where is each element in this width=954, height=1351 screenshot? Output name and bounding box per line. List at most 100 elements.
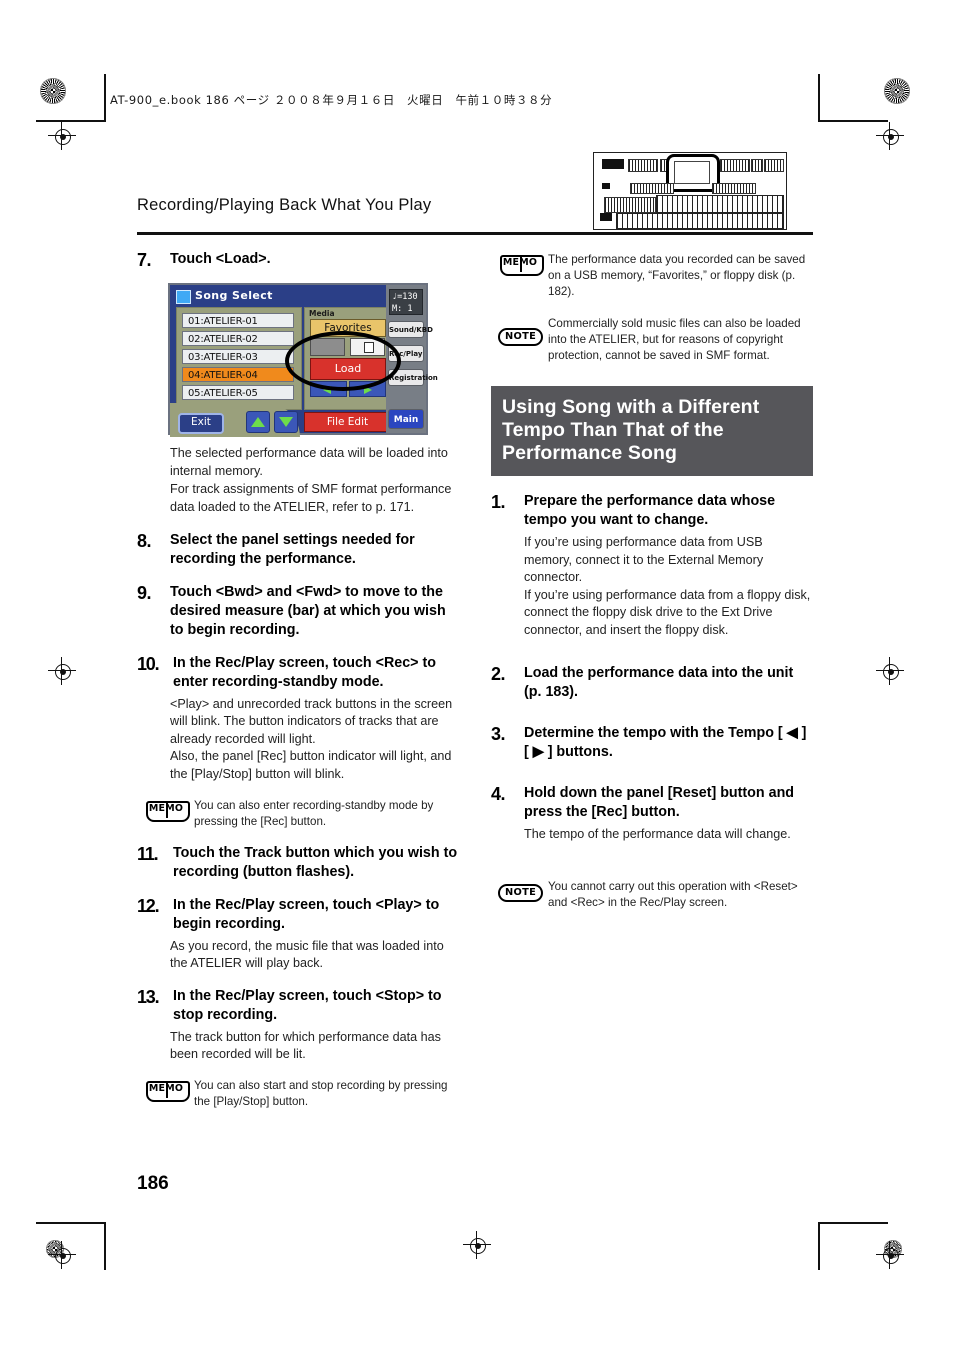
media-pane: Media Favorites Load [304, 307, 391, 410]
crosshair-top-left [48, 122, 76, 150]
note-callout-bottom: NOTE You cannot carry out this operation… [498, 879, 813, 911]
step-2: 2. Load the performance data into the un… [491, 664, 813, 702]
exit-button[interactable]: Exit [178, 413, 224, 434]
list-item[interactable]: 02:ATELIER-02 [182, 331, 294, 346]
crosshair-bottom-center [463, 1231, 491, 1259]
list-item-selected[interactable]: 04:ATELIER-04 [182, 367, 294, 382]
step-3-number: 3. [491, 723, 506, 744]
memo-callout-top: MEMO The performance data you recorded c… [498, 252, 813, 300]
sidebar-item-sound-kbd[interactable]: Sound/KBD [388, 321, 433, 338]
step-7-description: The selected performance data will be lo… [170, 446, 452, 514]
crop-line-top-right-v [818, 74, 820, 122]
favorites-button[interactable]: Favorites [310, 319, 386, 337]
note-label: NOTE [498, 327, 544, 346]
step-7: 7. Touch <Load>. [137, 250, 459, 270]
song-select-icon [176, 290, 191, 304]
left-column: 7. Touch <Load>. Song Select 01:ATELIER-… [137, 250, 459, 1124]
up-arrow-icon[interactable] [246, 411, 270, 433]
lcd-screenshot: Song Select 01:ATELIER-01 02:ATELIER-02 … [168, 283, 438, 437]
down-arrow-icon[interactable] [274, 411, 298, 433]
note-label: NOTE [498, 884, 544, 903]
step-1-title: Prepare the performance data whose tempo… [524, 492, 776, 528]
load-button[interactable]: Load [310, 358, 386, 380]
lcd-sidebar: ♩=130 M: 1 Sound/KBD Rec/Play Registrati… [386, 285, 438, 433]
measure-value: M: 1 [392, 304, 413, 314]
crosshair-mid-right [876, 657, 904, 685]
lcd-title: Song Select [195, 289, 273, 302]
step-13-description: The track button for which performance d… [170, 1029, 441, 1062]
main-button[interactable]: Main [388, 409, 424, 429]
organ-illustration [593, 152, 787, 230]
registration-mark-top-left [40, 78, 66, 104]
step-12-description: As you record, the music file that was l… [170, 938, 444, 971]
step-12: 12. In the Rec/Play screen, touch <Play>… [137, 896, 459, 973]
sidebar-item-registration[interactable]: Registration [388, 369, 438, 386]
crop-line-bottom-right-h [818, 1222, 888, 1224]
floppy-disk-icon[interactable] [350, 338, 385, 356]
step-11: 11. Touch the Track button which you wis… [137, 844, 459, 882]
step-1-description: If you’re using performance data from US… [524, 534, 811, 638]
manual-page: AT-900_e.book 186 ページ ２００８年９月１６日 火曜日 午前１… [0, 0, 954, 1351]
step-3-title: Determine the tempo with the Tempo [ ◀ ]… [524, 724, 807, 760]
crosshair-top-right [876, 122, 904, 150]
crop-line-top-left-h [36, 120, 106, 122]
crop-line-bottom-right-v [818, 1222, 820, 1270]
step-4: 4. Hold down the panel [Reset] button an… [491, 784, 813, 844]
step-13-number: 13. [137, 986, 160, 1007]
note-text: Commercially sold music files can also b… [548, 316, 801, 362]
step-12-number: 12. [137, 895, 160, 916]
tempo-value: ♩=130 [392, 292, 418, 302]
crop-line-top-right-h [818, 120, 888, 122]
forward-icon[interactable] [349, 381, 386, 397]
memo-text: You can also enter recording-standby mod… [194, 798, 434, 828]
memo-callout-step13: MEMO You can also start and stop recordi… [144, 1078, 459, 1110]
note-icon: NOTE [498, 884, 544, 903]
step-8: 8. Select the panel settings needed for … [137, 531, 459, 569]
file-header-line: AT-900_e.book 186 ページ ２００８年９月１６日 火曜日 午前１… [110, 93, 553, 107]
step-10-title: In the Rec/Play screen, touch <Rec> to e… [173, 654, 436, 690]
memo-callout-step10: MEMO You can also enter recording-standb… [144, 798, 459, 830]
step-4-title: Hold down the panel [Reset] button and p… [524, 784, 795, 820]
sidebar-item-rec-play[interactable]: Rec/Play [388, 345, 424, 362]
rewind-icon[interactable] [310, 381, 347, 397]
crop-line-bottom-left-v [104, 1222, 106, 1270]
step-10: 10. In the Rec/Play screen, touch <Rec> … [137, 654, 459, 784]
list-item[interactable]: 03:ATELIER-03 [182, 349, 294, 364]
step-1-number: 1. [491, 491, 506, 512]
registration-mark-top-right [884, 78, 910, 104]
crop-line-top-left-v [104, 74, 106, 122]
step-8-number: 8. [137, 530, 152, 551]
step-2-number: 2. [491, 663, 506, 684]
lcd-screen: Song Select 01:ATELIER-01 02:ATELIER-02 … [168, 283, 438, 437]
step-7-title: Touch <Load>. [170, 251, 271, 267]
right-column: MEMO The performance data you recorded c… [491, 250, 813, 925]
song-list-pane: 01:ATELIER-01 02:ATELIER-02 03:ATELIER-0… [176, 307, 302, 410]
running-head: Recording/Playing Back What You Play [137, 196, 432, 214]
memo-label: MEMO [148, 802, 184, 814]
usb-memory-icon[interactable] [310, 338, 345, 356]
step-11-number: 11. [137, 843, 159, 864]
crop-line-bottom-left-h [36, 1222, 106, 1224]
step-4-number: 4. [491, 783, 506, 804]
memo-label: MEMO [502, 257, 538, 268]
note-callout-top: NOTE Commercially sold music files can a… [498, 316, 813, 364]
list-item[interactable]: 05:ATELIER-05 [182, 385, 294, 400]
memo-label: MEMO [148, 1083, 184, 1095]
step-9-title: Touch <Bwd> and <Fwd> to move to the des… [170, 583, 446, 638]
step-10-number: 10. [137, 653, 160, 674]
media-label: Media [309, 309, 335, 318]
tempo-display: ♩=130 M: 1 [389, 289, 423, 315]
step-2-title: Load the performance data into the unit … [524, 664, 794, 700]
crosshair-bottom-right [876, 1241, 904, 1269]
file-edit-button[interactable]: File Edit [304, 412, 391, 432]
step-9: 9. Touch <Bwd> and <Fwd> to move to the … [137, 583, 459, 640]
list-item[interactable]: 01:ATELIER-01 [182, 313, 294, 328]
memo-icon: MEMO [498, 254, 544, 276]
section-banner: Using Song with a Different Tempo Than T… [491, 385, 813, 476]
step-4-description: The tempo of the performance data will c… [524, 826, 791, 841]
step-10-description: <Play> and unrecorded track buttons in t… [170, 696, 453, 782]
step-12-title: In the Rec/Play screen, touch <Play> to … [173, 896, 440, 932]
step-8-title: Select the panel settings needed for rec… [170, 531, 415, 567]
step-7-number: 7. [137, 250, 152, 270]
step-1: 1. Prepare the performance data whose te… [491, 492, 813, 640]
